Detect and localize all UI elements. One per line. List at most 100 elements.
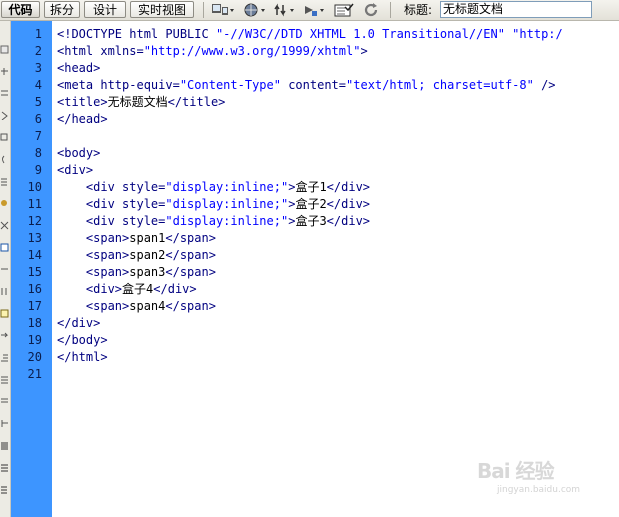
syntax-coloring-icon[interactable] — [0, 215, 9, 230]
line-number: 9 — [34, 163, 42, 177]
outdent-icon[interactable] — [0, 391, 9, 403]
line-number: 5 — [34, 95, 42, 109]
line-number: 20 — [27, 350, 42, 364]
markup-token: <div style= — [57, 180, 166, 194]
text-content: 盒子2 — [295, 197, 327, 211]
baidu-jingyan-watermark: Bai 经验 jingyan.baidu.com — [477, 455, 613, 499]
line-number: 17 — [27, 299, 42, 313]
line-number: 7 — [34, 129, 42, 143]
recent-snippets-icon[interactable] — [0, 303, 9, 318]
balance-braces-icon[interactable] — [0, 149, 9, 164]
watermark-logo: Bai 经验 — [477, 459, 555, 483]
markup-token: </div> — [57, 316, 101, 330]
expand-all-icon[interactable] — [0, 105, 9, 121]
markup-token: <html xmlns= — [57, 44, 144, 58]
line-number: 15 — [27, 265, 42, 279]
split-view-button[interactable]: 拆分 — [44, 1, 80, 18]
preview-globe-icon[interactable] — [242, 1, 268, 18]
attribute-value: "text/html; charset=utf-8" — [346, 78, 534, 92]
multiscreen-icon[interactable] — [210, 1, 236, 18]
markup-token: > — [360, 44, 368, 58]
format-source-icon[interactable] — [0, 457, 9, 472]
code-line[interactable]: <span>span1</span> — [57, 230, 216, 247]
line-number: 13 — [27, 231, 42, 245]
markup-token: </span> — [165, 299, 216, 313]
line-number: 18 — [27, 316, 42, 330]
markup-token: </div> — [153, 282, 197, 296]
apply-comment-icon[interactable] — [0, 237, 9, 252]
line-number: 3 — [34, 61, 42, 75]
line-number-gutter: 1 2 3 4 5 6 7 8 9 10 11 12 13 14 15 16 17 18 19 20 21 — [11, 21, 52, 517]
live-view-button[interactable]: 实时视图 — [130, 1, 194, 18]
code-line[interactable]: </div> — [57, 315, 100, 332]
markup-token: <span> — [57, 248, 130, 262]
code-line[interactable]: <!DOCTYPE html PUBLIC "-//W3C//DTD XHTML… — [57, 26, 563, 43]
markup-token: </html> — [57, 350, 108, 364]
attribute-value: "http:/ — [512, 27, 563, 41]
code-line[interactable]: </body> — [57, 332, 108, 349]
markup-token: </div> — [326, 214, 371, 228]
markup-token: <span> — [57, 299, 130, 313]
indent-icon[interactable] — [0, 347, 9, 362]
code-line[interactable]: <div>盒子4</div> — [57, 281, 197, 298]
text-content: span3 — [129, 265, 166, 279]
code-line[interactable]: <span>span4</span> — [57, 298, 216, 315]
markup-token: </title> — [167, 95, 226, 109]
markup-token: <div> — [57, 282, 123, 296]
code-line[interactable]: <div style="display:inline;">盒子3</div> — [57, 213, 370, 230]
markup-token: <head> — [57, 61, 101, 75]
code-line[interactable]: </head> — [57, 111, 108, 128]
collapse-selection-icon[interactable] — [0, 83, 9, 96]
line-number: 11 — [27, 197, 42, 211]
open-documents-icon[interactable] — [0, 39, 9, 54]
markup-token: <meta http-equiv= — [57, 78, 180, 92]
select-parent-icon[interactable] — [0, 127, 9, 141]
wrap-tag-icon[interactable] — [0, 281, 9, 295]
outdent-icon[interactable] — [0, 413, 9, 427]
refresh-icon[interactable] — [362, 1, 382, 18]
indent-icon[interactable] — [0, 369, 9, 384]
highlight-invalid-icon[interactable] — [0, 193, 9, 206]
attribute-value: "display:inline;" — [165, 197, 289, 211]
code-line[interactable]: <div> — [57, 162, 93, 179]
markup-token: <!DOCTYPE html PUBLIC — [57, 27, 216, 41]
move-css-icon[interactable] — [0, 325, 9, 338]
code-line[interactable]: <title>无标题文档</title> — [57, 94, 225, 111]
line-number: 12 — [27, 214, 42, 228]
design-view-button[interactable]: 设计 — [84, 1, 126, 18]
document-title-field[interactable]: 无标题文档 — [440, 1, 592, 18]
view-options-icon[interactable] — [332, 1, 358, 18]
text-content: 盒子4 — [122, 282, 154, 296]
toolbar-divider — [203, 2, 204, 18]
line-number: 8 — [34, 146, 42, 160]
file-management-icon[interactable] — [272, 1, 298, 18]
format-source-icon[interactable] — [0, 435, 9, 450]
remove-comment-icon[interactable] — [0, 259, 9, 270]
debug-icon[interactable] — [302, 1, 328, 18]
line-number: 21 — [27, 367, 42, 381]
format-source-icon[interactable] — [0, 479, 9, 494]
code-line[interactable]: <span>span3</span> — [57, 264, 216, 281]
code-line[interactable]: <span>span2</span> — [57, 247, 216, 264]
attribute-value: "-//W3C//DTD XHTML 1.0 Transitional//EN" — [215, 27, 505, 41]
text-content: span1 — [129, 231, 166, 245]
code-line[interactable]: </html> — [57, 349, 108, 366]
attribute-value: "http://www.w3.org/1999/xhtml" — [143, 44, 361, 58]
code-line[interactable]: <html xmlns="http://www.w3.org/1999/xhtm… — [57, 43, 368, 60]
line-number: 4 — [34, 78, 42, 92]
code-editor[interactable]: <!DOCTYPE html PUBLIC "-//W3C//DTD XHTML… — [52, 21, 619, 517]
collapse-tag-icon[interactable] — [0, 61, 9, 75]
code-line[interactable]: <div style="display:inline;">盒子2</div> — [57, 196, 370, 213]
line-number: 2 — [34, 44, 42, 58]
code-line[interactable]: <head> — [57, 60, 100, 77]
line-number: 1 — [34, 27, 42, 41]
text-content: 盒子3 — [295, 214, 327, 228]
coding-toolbar — [0, 21, 11, 517]
markup-token: </span> — [165, 231, 216, 245]
code-view-button[interactable]: 代码 — [1, 1, 40, 18]
code-line[interactable]: <body> — [57, 145, 100, 162]
code-line[interactable]: <div style="display:inline;">盒子1</div> — [57, 179, 370, 196]
line-numbers-icon[interactable] — [0, 171, 9, 186]
code-line[interactable]: <meta http-equiv="Content-Type" content=… — [57, 77, 556, 94]
toolbar-divider — [390, 2, 391, 18]
